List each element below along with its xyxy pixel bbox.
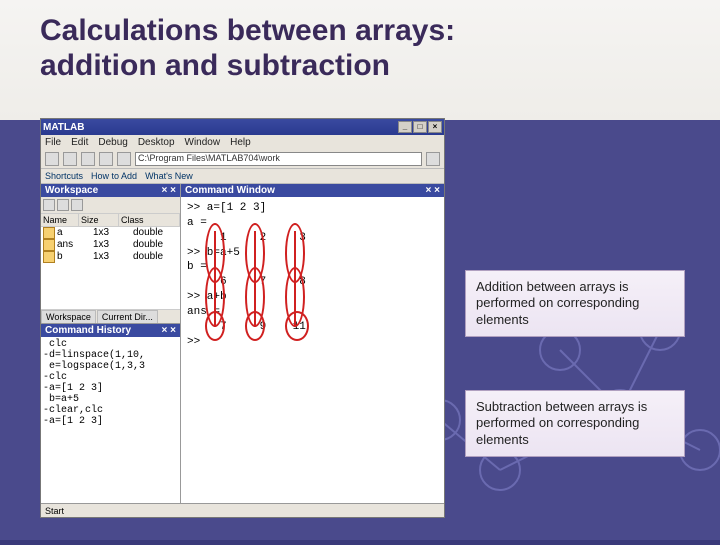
command-history-panel: Command History × × clc -d=linspace(1,10,… [41,324,180,504]
menu-file[interactable]: File [45,137,61,148]
app-title: MATLAB [43,122,84,133]
variable-icon [43,251,55,263]
workspace-title: Workspace [45,185,98,196]
shortcuts-bar: Shortcuts How to Add What's New [41,169,444,184]
ws-col-name[interactable]: Name [41,214,79,226]
ws-col-size[interactable]: Size [79,214,119,226]
menubar: File Edit Debug Desktop Window Help [41,135,444,150]
panel-undock-icon[interactable]: × × [162,185,176,196]
toolbar: C:\Program Files\MATLAB704\work [41,150,444,169]
highlight-oval-icon [285,311,309,341]
ws-print-icon[interactable] [71,199,83,211]
highlight-oval-icon [245,311,265,341]
panel-undock-icon[interactable]: × × [162,325,176,336]
maximize-icon[interactable]: □ [413,121,427,133]
cmdhist-title: Command History [45,325,131,336]
command-window[interactable]: >> a=[1 2 3] a = 1 2 3 >> b=a+5 b = 6 7 … [181,197,444,504]
current-dir-field[interactable]: C:\Program Files\MATLAB704\work [135,152,422,166]
close-icon[interactable]: × [428,121,442,133]
workspace-header: Name Size Class [41,214,180,227]
menu-desktop[interactable]: Desktop [138,137,175,148]
shortcuts-label: Shortcuts [45,171,83,181]
workspace-panel: Workspace× × Name Size Class a1x3double … [41,184,180,324]
cut-icon[interactable] [81,152,95,166]
new-icon[interactable] [45,152,59,166]
title-line-1: Calculations between arrays: [40,14,455,47]
ws-row[interactable]: b1x3double [41,251,180,263]
statusbar: Start [41,503,444,517]
ws-open-icon[interactable] [57,199,69,211]
titlebar[interactable]: MATLAB _ □ × [41,119,444,135]
ws-row[interactable]: ans1x3double [41,239,180,251]
start-button[interactable]: Start [45,506,64,516]
open-icon[interactable] [63,152,77,166]
matlab-window: MATLAB _ □ × File Edit Debug Desktop Win… [40,118,445,518]
menu-help[interactable]: Help [230,137,251,148]
paste-icon[interactable] [117,152,131,166]
shortcut-howtoadd[interactable]: How to Add [91,171,137,181]
cmdwin-title: Command Window [185,185,275,196]
variable-icon [43,239,55,251]
highlight-oval-icon [205,311,225,341]
menu-window[interactable]: Window [185,137,221,148]
menu-debug[interactable]: Debug [98,137,127,148]
copy-icon[interactable] [99,152,113,166]
ws-new-icon[interactable] [43,199,55,211]
ws-row[interactable]: a1x3double [41,227,180,239]
minimize-icon[interactable]: _ [398,121,412,133]
dir-browse-icon[interactable] [426,152,440,166]
ws-col-class[interactable]: Class [119,214,180,226]
shortcut-whatsnew[interactable]: What's New [145,171,193,181]
menu-edit[interactable]: Edit [71,137,88,148]
variable-icon [43,227,55,239]
panel-undock-icon[interactable]: × × [426,185,440,196]
slide-title: Calculations between arrays: addition an… [0,0,720,87]
title-line-2: addition and subtraction [40,49,390,82]
cmdhist-body[interactable]: clc -d=linspace(1,10, e=logspace(1,3,3 -… [41,337,180,504]
annotation-subtraction: Subtraction between arrays is performed … [465,390,685,457]
tab-workspace[interactable]: Workspace [41,310,96,323]
tab-currentdir[interactable]: Current Dir... [97,310,158,323]
annotation-addition: Addition between arrays is performed on … [465,270,685,337]
